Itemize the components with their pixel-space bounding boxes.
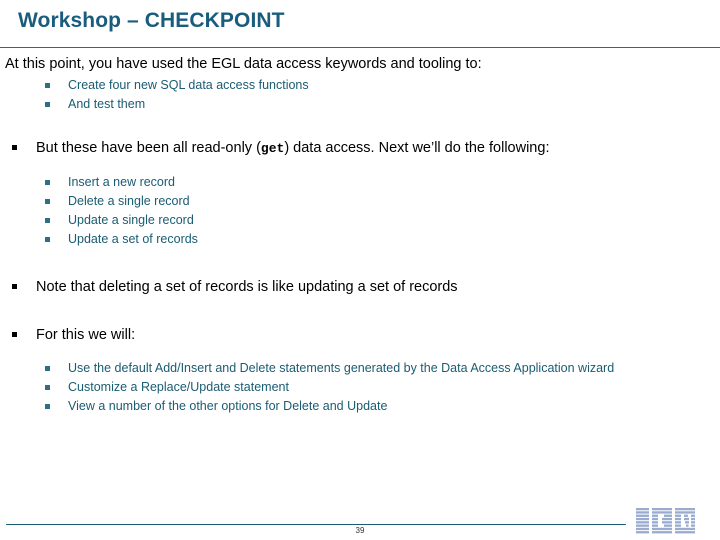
square-bullet-icon: [45, 237, 50, 242]
list-item-label: Delete a single record: [68, 194, 190, 208]
square-bullet-icon: [12, 284, 17, 289]
title-divider: [0, 47, 720, 48]
ibm-logo: [634, 506, 710, 534]
readonly-text-after: ) data access. Next we’ll do the followi…: [284, 140, 550, 156]
list-item-label: Update a set of records: [68, 232, 198, 246]
list-item: Customize a Replace/Update statement: [42, 378, 720, 397]
list-item-label: And test them: [68, 97, 146, 111]
slide-title-area: Workshop – CHECKPOINT: [0, 0, 720, 48]
list-item: Update a set of records: [42, 230, 720, 249]
square-bullet-icon: [45, 83, 50, 88]
square-bullet-icon: [45, 218, 50, 223]
list-item-label: Customize a Replace/Update statement: [68, 380, 289, 394]
list-item: And test them: [42, 95, 720, 114]
slide: Workshop – CHECKPOINT At this point, you…: [0, 0, 720, 540]
square-bullet-icon: [45, 366, 50, 371]
list-item: Create four new SQL data access function…: [42, 76, 720, 95]
list-item-label: Use the default Add/Insert and Delete st…: [68, 361, 615, 375]
page-title: Workshop – CHECKPOINT: [18, 9, 285, 32]
intro-paragraph: At this point, you have used the EGL dat…: [5, 56, 482, 72]
square-bullet-icon: [45, 102, 50, 107]
list-item-label: Update a single record: [68, 213, 194, 227]
list-item: View a number of the other options for D…: [42, 397, 720, 416]
list-item-label: Create four new SQL data access function…: [68, 78, 309, 92]
list-item-label: Insert a new record: [68, 175, 175, 189]
square-bullet-icon: [45, 385, 50, 390]
square-bullet-icon: [45, 404, 50, 409]
readonly-paragraph: But these have been all read-only (get) …: [8, 138, 720, 159]
square-bullet-icon: [12, 145, 17, 150]
note-paragraph: Note that deleting a set of records is l…: [8, 277, 720, 297]
square-bullet-icon: [45, 199, 50, 204]
list-item-label: View a number of the other options for D…: [68, 399, 388, 413]
list-item: Delete a single record: [42, 192, 720, 211]
code-keyword-get: get: [260, 141, 285, 156]
for-this-paragraph: For this we will:: [8, 325, 720, 345]
for-this-label: For this we will:: [36, 327, 136, 343]
list-item: Insert a new record: [42, 173, 720, 192]
page-number: 39: [355, 526, 365, 535]
square-bullet-icon: [12, 332, 17, 337]
note-label: Note that deleting a set of records is l…: [36, 279, 458, 295]
footer-divider: [6, 524, 626, 525]
list-item: Update a single record: [42, 211, 720, 230]
square-bullet-icon: [45, 180, 50, 185]
slide-body: At this point, you have used the EGL dat…: [0, 54, 720, 416]
readonly-text-before: But these have been all read-only (: [36, 140, 261, 156]
list-item: Use the default Add/Insert and Delete st…: [42, 359, 720, 378]
